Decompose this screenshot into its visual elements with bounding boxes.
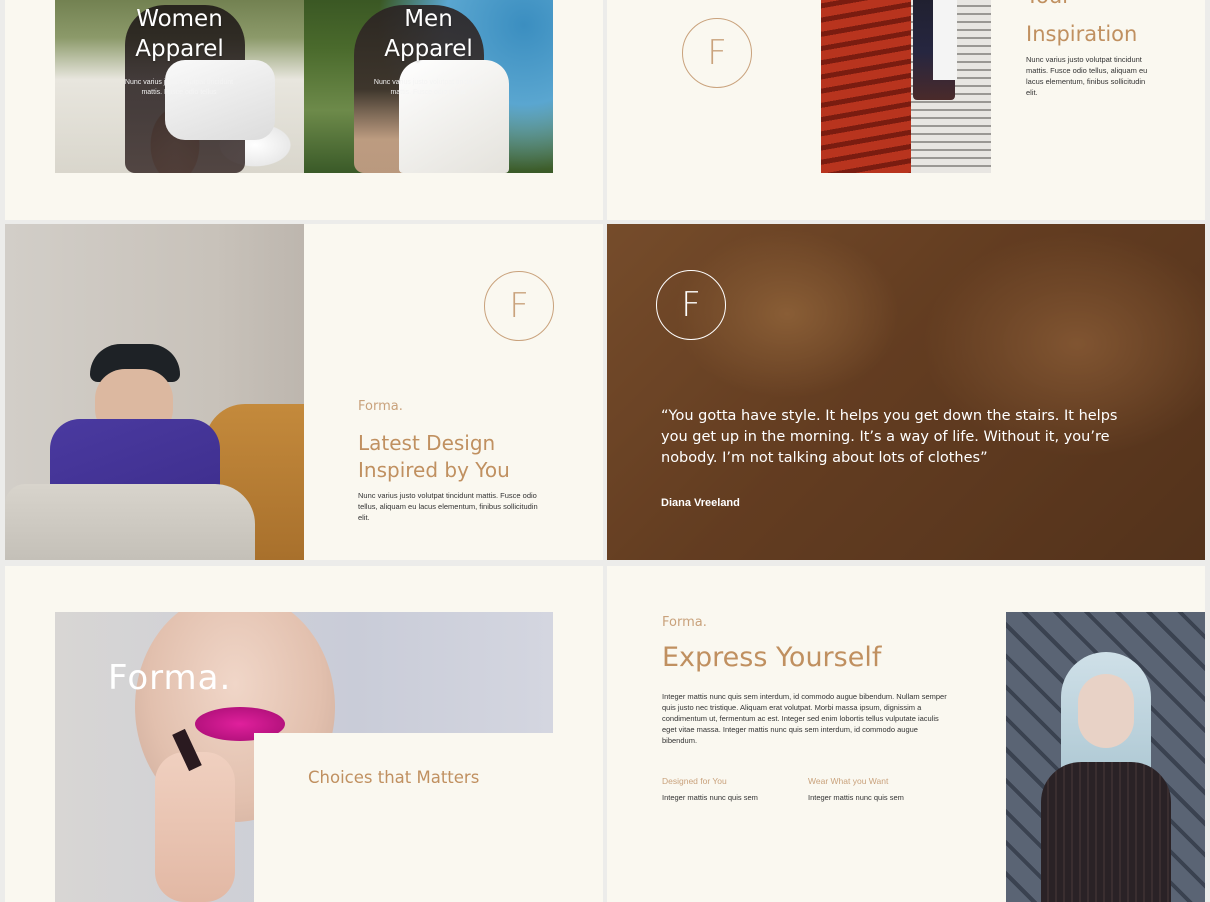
brand-label: Forma. (662, 615, 707, 630)
forma-logo-icon: F (682, 18, 752, 88)
latest-design-heading-line1: Latest Design (358, 431, 496, 455)
col1-body: Integer mattis nunc quis sem (662, 793, 758, 802)
overlay-brand-title: Forma. (108, 658, 232, 698)
silver-hair-model-photo (1006, 612, 1205, 902)
slide-latest-design[interactable]: F Forma. Latest Design Inspired by You N… (5, 224, 603, 560)
express-heading: Express Yourself (662, 642, 882, 673)
slide-express-yourself[interactable]: Forma. Express Yourself Integer mattis n… (607, 566, 1205, 902)
quote-author: Diana Vreeland (661, 497, 740, 509)
logo-letter: F (509, 286, 529, 326)
slide-choices[interactable]: Forma. Choices that Matters (5, 566, 603, 902)
slide-apparel[interactable]: Women Apparel Nunc varius justo volutpat… (5, 0, 603, 220)
inspiration-heading-line1: Your (1026, 0, 1071, 9)
forma-logo-icon: F (484, 271, 554, 341)
man-on-chair-photo (5, 224, 304, 560)
forma-logo-icon: F (656, 270, 726, 340)
brand-label: Forma. (358, 399, 403, 414)
col1-title: Designed for You (662, 776, 727, 786)
quote-text: “You gotta have style. It helps you get … (661, 408, 1118, 466)
slide-inspiration[interactable]: F Your Inspiration Nunc varius justo vol… (607, 0, 1205, 220)
women-apparel-title-line2: Apparel (135, 36, 224, 62)
col2-body: Integer mattis nunc quis sem (808, 793, 904, 802)
col2-title: Wear What you Want (808, 776, 889, 786)
men-apparel-title-line2: Apparel (384, 36, 473, 62)
latest-design-body: Nunc varius justo volutpat tincidunt mat… (358, 491, 538, 522)
express-body: Integer mattis nunc quis sem interdum, i… (662, 692, 947, 745)
logo-letter: F (707, 33, 727, 73)
inspiration-heading-line2: Inspiration (1026, 22, 1138, 46)
men-apparel-title-line1: Men (404, 6, 453, 32)
choices-heading: Choices that Matters (308, 768, 480, 787)
choices-card (254, 733, 603, 902)
inspiration-body: Nunc varius justo volutpat tincidunt mat… (1026, 55, 1148, 97)
stadium-stairs-photo (821, 0, 991, 173)
latest-design-heading-line2: Inspired by You (358, 458, 510, 482)
women-apparel-title-line1: Women (136, 6, 223, 32)
men-apparel-desc: Nunc varius justo volutpat tincidunt mat… (373, 79, 483, 96)
women-apparel-desc: Nunc varius justo volutpat tincidunt mat… (124, 79, 234, 96)
slide-quote[interactable]: F “You gotta have style. It helps you ge… (607, 224, 1205, 560)
logo-letter: F (681, 285, 701, 325)
